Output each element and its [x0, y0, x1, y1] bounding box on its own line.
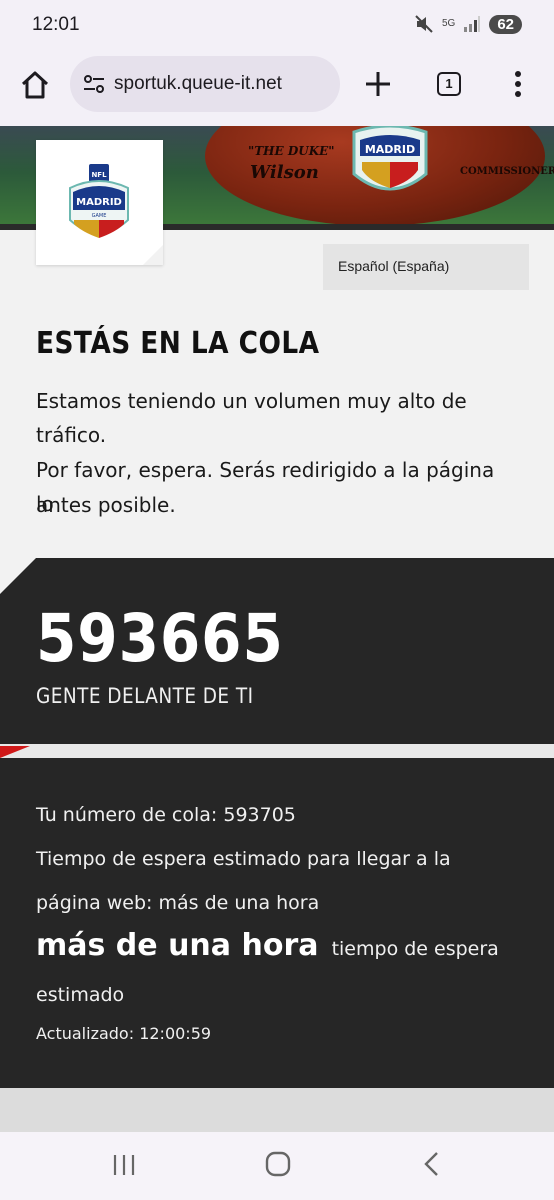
- footer-strip: [0, 1088, 554, 1132]
- status-bar: 12:01 5G 62: [0, 0, 554, 52]
- svg-text:MADRID: MADRID: [365, 143, 415, 156]
- wait-time-suffix-2: estimado: [36, 984, 125, 1006]
- wait-time-line-2: página web: más de una hora: [36, 892, 320, 914]
- tab-switcher-button[interactable]: 1: [437, 72, 461, 96]
- language-selector[interactable]: Español (España): [323, 244, 529, 290]
- status-time: 12:01: [32, 14, 80, 35]
- message-line-2: tráfico.: [36, 423, 107, 447]
- page-title: ESTÁS EN LA COLA: [36, 326, 320, 361]
- status-icons: 5G 62: [414, 14, 522, 34]
- mute-icon: [415, 15, 433, 33]
- message-line-4: antes posible.: [36, 493, 176, 517]
- event-logo: NFL MADRID GAME: [36, 140, 163, 265]
- home-icon[interactable]: [18, 68, 52, 102]
- home-nav-icon[interactable]: [264, 1150, 292, 1178]
- ball-text-wilson: Wilson: [250, 162, 319, 183]
- address-bar[interactable]: sportuk.queue-it.net: [70, 56, 340, 112]
- wait-time-highlight: más de una hora tiempo de espera: [36, 928, 516, 963]
- last-updated: Actualizado: 12:00:59: [36, 1024, 212, 1043]
- url-text: sportuk.queue-it.net: [114, 73, 282, 94]
- browser-toolbar: sportuk.queue-it.net 1: [0, 52, 554, 126]
- battery-indicator: 62: [489, 14, 522, 34]
- new-tab-icon[interactable]: [362, 68, 394, 100]
- people-ahead-count: 593665: [36, 600, 284, 677]
- madrid-game-badge-on-ball: MADRID: [352, 126, 428, 191]
- wait-time-line-1: Tiempo de espera estimado para llegar a …: [36, 848, 451, 870]
- red-accent: [0, 746, 30, 758]
- svg-text:NFL: NFL: [91, 171, 107, 179]
- svg-text:GAME: GAME: [92, 213, 107, 219]
- recent-apps-icon[interactable]: [110, 1152, 138, 1178]
- wait-time-suffix: tiempo de espera: [331, 938, 499, 960]
- more-options-icon[interactable]: [508, 68, 528, 100]
- site-settings-icon[interactable]: [82, 72, 106, 96]
- system-nav-bar: [0, 1132, 554, 1200]
- svg-text:MADRID: MADRID: [76, 197, 122, 208]
- back-icon[interactable]: [420, 1150, 444, 1178]
- wait-time-big: más de una hora: [36, 928, 319, 963]
- people-ahead-label: GENTE DELANTE DE TI: [36, 684, 254, 708]
- queue-number: Tu número de cola: 593705: [36, 804, 296, 826]
- ball-text-duke: "THE DUKE": [248, 144, 335, 158]
- panel-separator: [0, 744, 554, 758]
- network-type: 5G: [441, 18, 456, 29]
- ball-text-commissioner: COMMISSIONER: [460, 166, 554, 177]
- logo-corner-cut: [143, 245, 163, 265]
- message-line-1: Estamos teniendo un volumen muy alto de: [36, 389, 467, 413]
- signal-icon: [464, 16, 481, 32]
